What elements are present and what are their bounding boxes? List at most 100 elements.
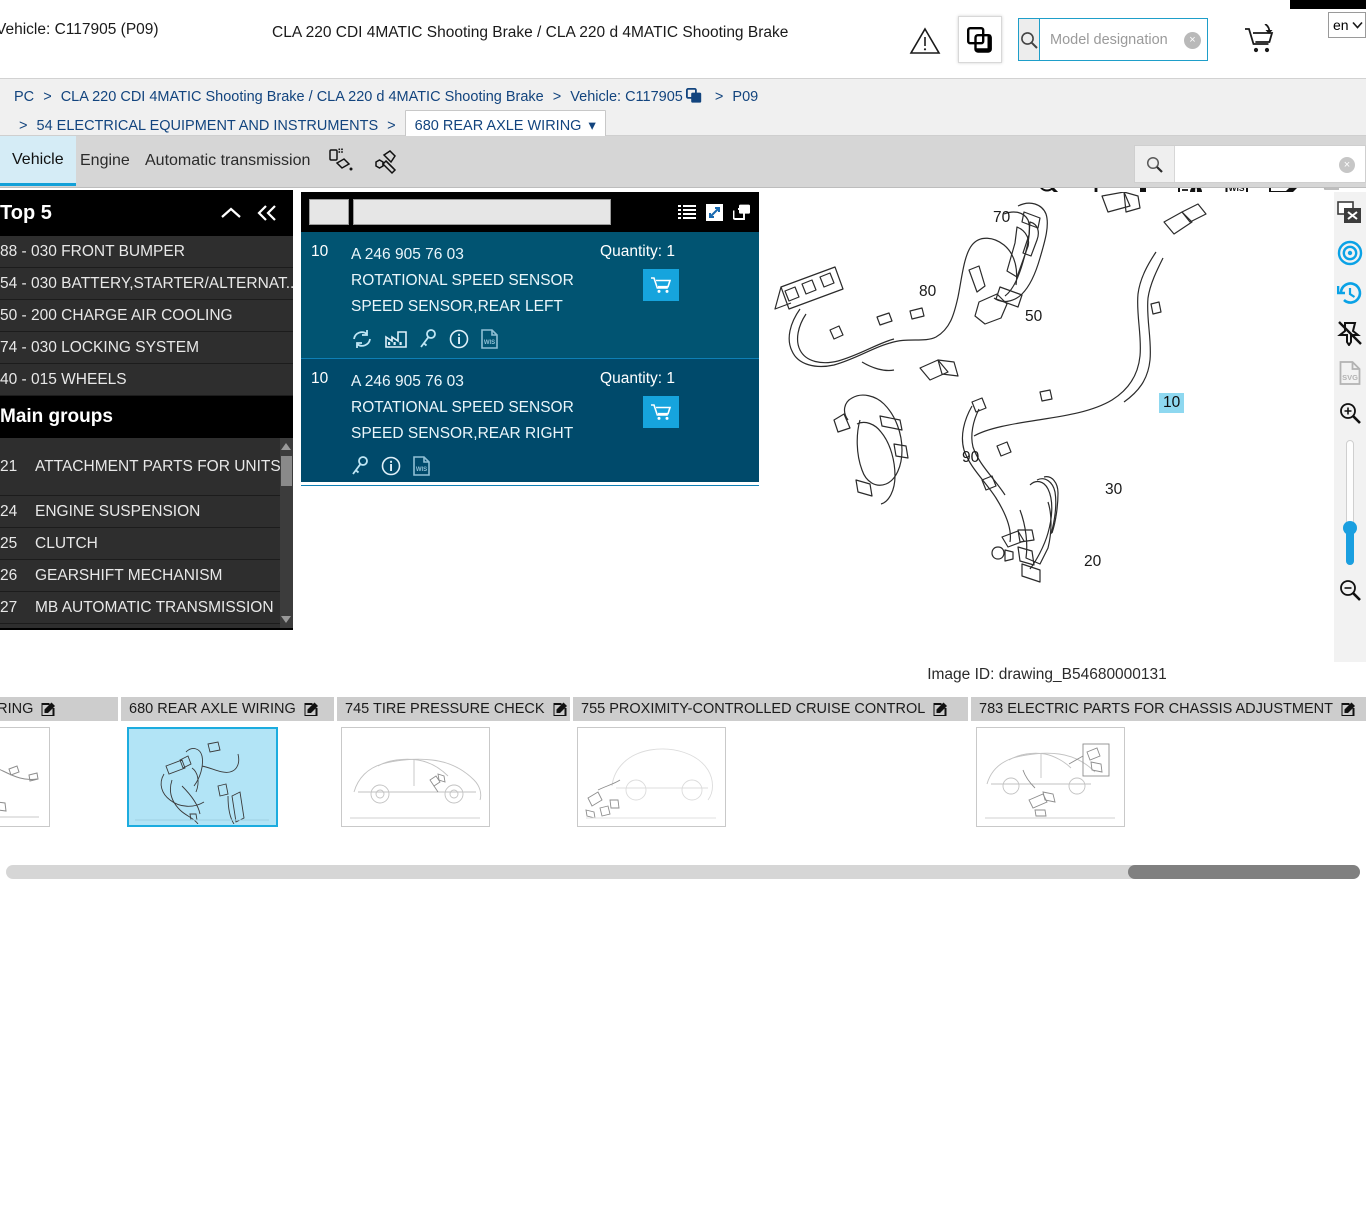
subgroup-tab-0[interactable]: XLE WIRING <box>0 697 120 721</box>
breadcrumb-item-pc[interactable]: PC <box>14 89 34 105</box>
horizontal-scrollbar-thumb[interactable] <box>1128 865 1360 879</box>
close-window-icon[interactable] <box>1335 198 1365 228</box>
thumbnail-strip <box>0 722 1366 832</box>
add-to-cart-button[interactable] <box>643 396 679 428</box>
target-crosshair-icon[interactable] <box>1335 238 1365 268</box>
edit-icon[interactable] <box>41 702 56 717</box>
warning-triangle-icon[interactable] <box>909 27 941 55</box>
main-group-item-27[interactable]: 27 MB AUTOMATIC TRANSMISSION <box>0 592 293 624</box>
content-search-group[interactable]: × <box>1134 145 1366 183</box>
top5-item-2[interactable]: 50 - 200 CHARGE AIR COOLING <box>0 300 293 332</box>
model-search-clear-icon[interactable]: × <box>1184 32 1201 49</box>
diagram-callout-10[interactable]: 10 <box>1159 393 1185 413</box>
breadcrumb-item-p09[interactable]: P09 <box>732 89 758 105</box>
zoom-out-icon[interactable] <box>1335 575 1365 605</box>
part-number: A 246 905 76 03 <box>351 373 464 390</box>
top5-item-1[interactable]: 54 - 030 BATTERY,STARTER/ALTERNAT... <box>0 268 293 300</box>
tab-automatic-transmission[interactable]: Automatic transmission <box>133 136 322 186</box>
wis-document-icon[interactable]: WIS <box>481 329 498 349</box>
edit-icon[interactable] <box>1341 702 1356 717</box>
scrollbar-thumb[interactable] <box>281 456 292 486</box>
breadcrumb-separator: > <box>552 89 562 105</box>
thumbnail-1-selected[interactable] <box>127 727 278 827</box>
horizontal-scrollbar[interactable] <box>6 865 1360 879</box>
part-row[interactable]: 10 A 246 905 76 03 ROTATIONAL SPEED SENS… <box>301 359 759 486</box>
parts-filter-box[interactable] <box>309 199 349 225</box>
parts-filter-input[interactable] <box>353 199 611 225</box>
part-action-icons: WIS <box>351 326 759 352</box>
main-group-item-26[interactable]: 26 GEARSHIFT MECHANISM <box>0 560 293 592</box>
fastener-bolt-icon[interactable] <box>370 147 400 177</box>
breadcrumb-item-group[interactable]: 54 ELECTRICAL EQUIPMENT AND INSTRUMENTS <box>37 118 379 134</box>
tab-engine[interactable]: Engine <box>68 136 142 186</box>
tab-vehicle[interactable]: Vehicle <box>0 136 76 186</box>
thumbnail-4[interactable] <box>976 727 1125 827</box>
key-icon[interactable] <box>351 456 369 476</box>
svg-text:SVG: SVG <box>1342 373 1358 382</box>
thumbnail-0[interactable] <box>0 727 50 827</box>
search-icon[interactable] <box>1135 146 1175 182</box>
breadcrumb-item-vehicle[interactable]: Vehicle: C117905 <box>570 89 683 105</box>
copy-documents-button[interactable] <box>958 16 1002 63</box>
paint-spray-icon[interactable] <box>327 147 357 177</box>
model-search-group[interactable]: × <box>1018 18 1237 61</box>
part-row[interactable]: 10 A 246 905 76 03 ROTATIONAL SPEED SENS… <box>301 232 759 359</box>
duplicate-icon[interactable] <box>733 204 751 221</box>
chevron-up-icon[interactable] <box>219 205 243 221</box>
copy-vehicle-icon[interactable] <box>685 88 703 104</box>
key-icon[interactable] <box>419 329 437 349</box>
edit-icon[interactable] <box>553 702 568 717</box>
content-search-clear-icon[interactable]: × <box>1339 157 1355 173</box>
parts-diagram[interactable]: 70 80 50 10 90 30 20 <box>760 192 1334 662</box>
main-group-item-24[interactable]: 24 ENGINE SUSPENSION <box>0 496 293 528</box>
info-circle-icon[interactable] <box>381 456 401 476</box>
main-group-item-21[interactable]: 21 ATTACHMENT PARTS FOR UNITS <box>0 438 293 496</box>
wiring-diagram-drawing <box>774 192 1207 583</box>
subgroup-tab-1[interactable]: 680 REAR AXLE WIRING <box>121 697 336 721</box>
thumbnail-2[interactable] <box>341 727 490 827</box>
edit-icon[interactable] <box>304 702 319 717</box>
expand-icon[interactable] <box>706 203 723 221</box>
info-circle-icon[interactable] <box>449 329 469 349</box>
subgroup-tab-4[interactable]: 783 ELECTRIC PARTS FOR CHASSIS ADJUSTMEN… <box>971 697 1366 721</box>
diagram-callout-80[interactable]: 80 <box>919 283 936 301</box>
add-to-cart-icon[interactable] <box>1243 24 1279 56</box>
content-search-input[interactable] <box>1175 146 1365 182</box>
factory-icon[interactable] <box>385 330 407 348</box>
double-chevron-left-icon[interactable] <box>255 204 279 222</box>
history-undo-icon[interactable] <box>1335 278 1365 308</box>
top5-item-0[interactable]: 88 - 030 FRONT BUMPER <box>0 236 293 268</box>
unpin-icon[interactable] <box>1335 318 1365 348</box>
main-groups-scrollbar[interactable] <box>280 438 293 628</box>
zoom-slider-knob[interactable] <box>1343 521 1357 535</box>
wis-document-icon[interactable]: WIS <box>413 456 430 476</box>
zoom-in-icon[interactable] <box>1335 398 1365 428</box>
subgroup-tab-2[interactable]: 745 TIRE PRESSURE CHECK <box>337 697 572 721</box>
main-groups-list: 21 ATTACHMENT PARTS FOR UNITS 24 ENGINE … <box>0 438 293 628</box>
scroll-up-arrow-icon[interactable] <box>281 443 291 450</box>
main-group-number: 24 <box>0 502 18 520</box>
top5-item-3[interactable]: 74 - 030 LOCKING SYSTEM <box>0 332 293 364</box>
top5-item-4[interactable]: 40 - 015 WHEELS <box>0 364 293 396</box>
breadcrumb-item-model[interactable]: CLA 220 CDI 4MATIC Shooting Brake / CLA … <box>61 89 544 105</box>
search-icon[interactable] <box>1019 19 1040 60</box>
scroll-down-arrow-icon[interactable] <box>281 616 291 623</box>
diagram-callout-90[interactable]: 90 <box>962 449 979 467</box>
top5-item-label: 88 - 030 FRONT BUMPER <box>0 242 185 260</box>
exchange-part-icon[interactable] <box>351 329 373 349</box>
breadcrumb-separator: > <box>19 118 28 134</box>
zoom-slider[interactable] <box>1343 440 1357 565</box>
main-group-item-25[interactable]: 25 CLUTCH <box>0 528 293 560</box>
language-selector[interactable]: en <box>1328 12 1366 38</box>
diagram-callout-50[interactable]: 50 <box>1025 308 1042 326</box>
subgroup-tab-3[interactable]: 755 PROXIMITY-CONTROLLED CRUISE CONTROL <box>573 697 970 721</box>
diagram-callout-70[interactable]: 70 <box>993 209 1010 227</box>
breadcrumb-separator: > <box>387 118 396 134</box>
add-to-cart-button[interactable] <box>643 269 679 301</box>
diagram-callout-20[interactable]: 20 <box>1084 553 1101 571</box>
diagram-callout-30[interactable]: 30 <box>1105 481 1122 499</box>
thumbnail-3[interactable] <box>577 727 726 827</box>
list-view-icon[interactable] <box>678 204 696 220</box>
model-search-input[interactable] <box>1040 19 1237 60</box>
edit-icon[interactable] <box>933 702 948 717</box>
